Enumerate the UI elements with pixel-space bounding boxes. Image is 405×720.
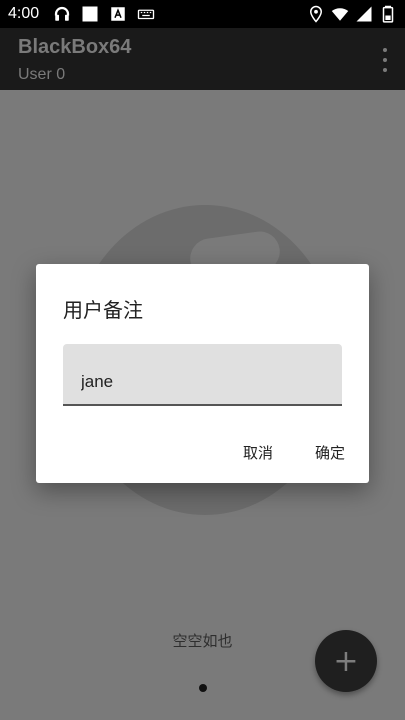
dialog-actions: 取消 确定 — [243, 442, 345, 463]
status-time: 4:00 — [8, 5, 40, 22]
page-indicator-dot — [199, 684, 207, 692]
dialog-title: 用户备注 — [63, 298, 143, 322]
cancel-button[interactable]: 取消 — [243, 442, 273, 463]
location-icon — [309, 5, 323, 23]
note-input-container — [63, 344, 342, 406]
user-note-dialog: 用户备注 取消 确定 — [36, 264, 369, 483]
square-icon — [82, 6, 98, 22]
overflow-menu-icon[interactable] — [381, 48, 389, 72]
confirm-button[interactable]: 确定 — [315, 442, 345, 463]
signal-icon — [356, 6, 372, 22]
battery-icon — [382, 5, 394, 23]
status-right-icons — [307, 5, 397, 23]
status-bar: 4:00 — [0, 0, 405, 28]
app-bar: BlackBox64 User 0 — [0, 28, 405, 90]
font-icon — [111, 7, 125, 21]
note-input[interactable] — [81, 368, 321, 396]
app-subtitle: User 0 — [18, 66, 66, 83]
wifi-icon — [331, 8, 349, 21]
keyboard-icon — [137, 9, 155, 20]
status-left-icons — [53, 5, 155, 23]
app-title: BlackBox64 — [18, 36, 132, 58]
add-fab-button[interactable]: + — [315, 630, 377, 692]
headphones-icon — [55, 6, 70, 21]
